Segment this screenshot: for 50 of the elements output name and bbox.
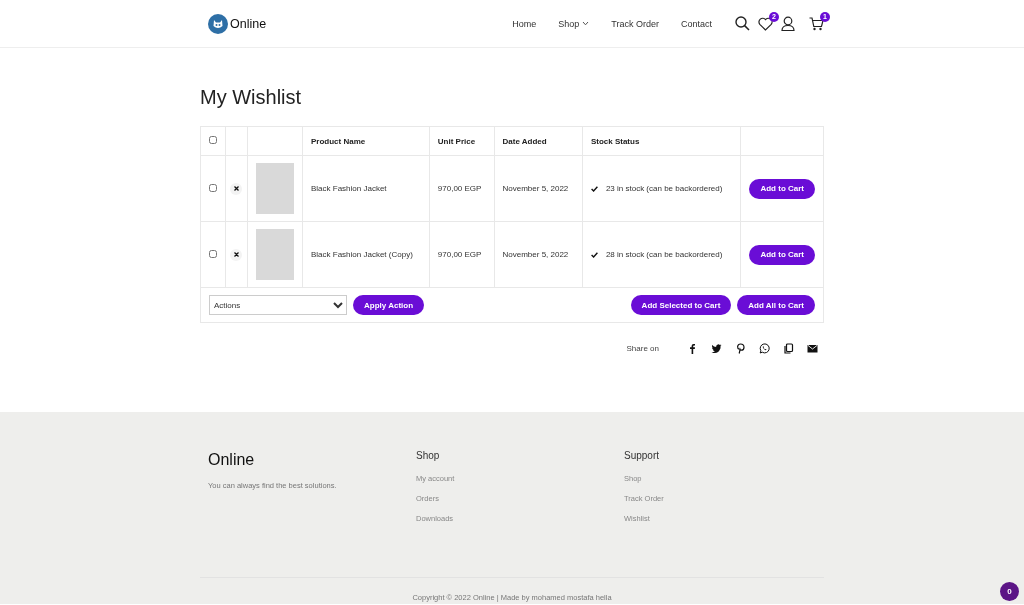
apply-action-button[interactable]: Apply Action — [353, 295, 425, 315]
remove-button[interactable] — [230, 182, 242, 195]
product-name-link[interactable]: Black Fashion Jacket — [311, 184, 387, 193]
logo-icon[interactable] — [208, 13, 228, 34]
date-added: November 5, 2022 — [502, 250, 569, 259]
row-checkbox[interactable] — [209, 183, 217, 192]
logo-text[interactable]: Online — [230, 16, 267, 31]
whatsapp-icon[interactable] — [758, 343, 770, 354]
envelope-icon[interactable] — [806, 343, 818, 354]
check-icon — [590, 251, 598, 258]
footer-brand: Online — [208, 451, 256, 469]
column-header: Product Name — [302, 126, 430, 156]
unit-price: 970,00 EGP — [437, 250, 482, 259]
twitter-icon[interactable] — [710, 343, 722, 354]
page-title: My Wishlist — [200, 86, 303, 108]
add-all-to-cart-button[interactable]: Add All to Cart — [737, 295, 815, 315]
photo-placeholder — [256, 163, 294, 214]
column-header: Unit Price — [429, 126, 494, 156]
nav-link[interactable]: Contact — [669, 18, 723, 29]
close-icon — [233, 252, 239, 257]
nav-link[interactable]: Track Order — [600, 18, 670, 29]
stock-status: 28 in stock (can be backordered) — [605, 250, 723, 259]
share-label: Share on — [626, 344, 659, 353]
row-checkbox[interactable] — [209, 249, 217, 258]
stock-status: 23 in stock (can be backordered) — [605, 184, 723, 193]
column-header: Date Added — [494, 126, 583, 156]
search-icon[interactable] — [735, 16, 750, 31]
date-added: November 5, 2022 — [502, 184, 569, 193]
photo-placeholder — [256, 229, 294, 280]
footer-column-title: Shop — [416, 450, 441, 461]
add-to-cart-button[interactable]: Add to Cart — [749, 178, 815, 199]
add-selected-to-cart-button[interactable]: Add Selected to Cart — [630, 295, 732, 315]
check-icon — [590, 185, 598, 192]
unit-price: 970,00 EGP — [437, 184, 482, 193]
footer-column-title: Support — [624, 450, 661, 461]
copy-icon[interactable] — [782, 343, 794, 354]
add-to-cart-button[interactable]: Add to Cart — [749, 244, 815, 265]
actions-dropdown[interactable]: Actions — [209, 295, 347, 315]
cart-icon[interactable] — [809, 16, 824, 31]
product-name-link[interactable]: Black Fashion Jacket (Copy) — [311, 250, 413, 259]
select-all-checkbox[interactable] — [209, 136, 217, 144]
nav-link[interactable]: Home — [501, 18, 548, 29]
nav-link[interactable]: Shop — [547, 18, 601, 29]
user-icon[interactable] — [781, 16, 795, 31]
caret-icon — [582, 21, 590, 26]
remove-button[interactable] — [230, 248, 242, 261]
pinterest-icon[interactable] — [734, 343, 746, 354]
close-icon — [233, 186, 239, 191]
heart-icon[interactable] — [758, 16, 773, 31]
column-header: Stock Status — [582, 126, 741, 156]
